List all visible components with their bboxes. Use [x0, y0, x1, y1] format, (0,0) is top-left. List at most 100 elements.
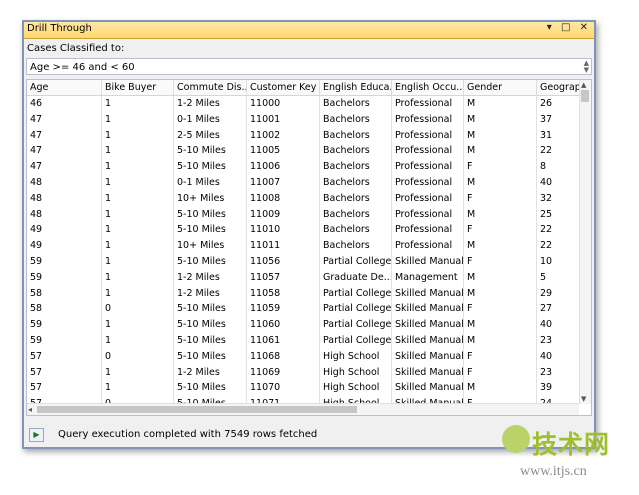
table-row[interactable]: 47 1 0-1 Miles 11001 Bachelors Professional M 3… [27, 111, 579, 128]
table-cell: 5-10 Miles [174, 143, 247, 160]
table-row[interactable]: 48 1 5-10 Miles 11009 Bachelors Professional M… [27, 206, 579, 223]
table-row[interactable]: 58 0 5-10 Miles 11059 Partial College Skilled… [27, 301, 579, 318]
table-row[interactable]: 58 1 1-2 Miles 11058 Partial College Skilled … [27, 285, 579, 302]
spin-arrows-icon[interactable]: ▲ ▼ [584, 60, 589, 74]
cases-classified-label: Cases Classified to: [27, 43, 125, 54]
table-row[interactable]: 49 1 5-10 Miles 11010 Bachelors Professional F… [27, 222, 579, 239]
site-watermark: 技术网 www.itjs.cn [498, 415, 638, 495]
table-cell: 11057 [247, 269, 320, 286]
table-row[interactable]: 47 1 5-10 Miles 11005 Bachelors Professional M… [27, 143, 579, 160]
close-icon[interactable]: ✕ [580, 22, 591, 33]
scroll-down-icon[interactable]: ▼ [581, 395, 586, 403]
table-cell: 11007 [247, 175, 320, 191]
table-cell: 11006 [247, 159, 320, 175]
table-cell: Bachelors [320, 159, 392, 175]
table-cell: 11061 [247, 333, 320, 349]
table-cell: High School [320, 380, 392, 397]
table-row[interactable]: 59 1 5-10 Miles 11061 Partial College Skilled… [27, 333, 579, 349]
table-row[interactable]: 57 1 1-2 Miles 11069 High School Skilled Manu… [27, 364, 579, 381]
column-header[interactable]: Commute Dis... [174, 80, 247, 95]
column-header[interactable]: Customer Key [247, 80, 320, 95]
play-icon[interactable]: ▶ [29, 428, 44, 442]
table-cell: Bachelors [320, 175, 392, 191]
table-row[interactable]: 48 1 0-1 Miles 11007 Bachelors Professional M 4… [27, 175, 579, 191]
table-row[interactable]: 46 1 1-2 Miles 11000 Bachelors Professional M 2… [27, 96, 579, 112]
table-row[interactable]: 47 1 5-10 Miles 11006 Bachelors Professional F… [27, 159, 579, 175]
table-cell: M [464, 380, 537, 397]
dropdown-arrow-icon[interactable]: ▾ [547, 22, 555, 33]
table-cell: 11001 [247, 111, 320, 128]
table-cell: 11060 [247, 317, 320, 333]
vertical-scrollbar[interactable]: ▲ ▼ [579, 80, 591, 404]
table-cell: Professional [392, 222, 464, 239]
table-cell: F [464, 222, 537, 239]
table-cell: 11059 [247, 301, 320, 318]
column-header[interactable]: English Educa... [320, 80, 392, 95]
table-cell: Professional [392, 143, 464, 160]
table-cell: Professional [392, 96, 464, 112]
table-cell: 59 [27, 254, 102, 270]
table-row[interactable]: 49 1 10+ Miles 11011 Bachelors Professional M 2… [27, 238, 579, 254]
table-cell: 1 [102, 238, 174, 254]
table-cell: Professional [392, 238, 464, 254]
table-cell: 10+ Miles [174, 238, 247, 254]
table-cell: F [464, 254, 537, 270]
table-row[interactable]: 59 1 5-10 Miles 11060 Partial College Skilled… [27, 317, 579, 333]
watermark-url: www.itjs.cn [520, 464, 587, 479]
table-cell: 47 [27, 159, 102, 175]
table-cell: Skilled Manual [392, 348, 464, 365]
table-cell: Bachelors [320, 127, 392, 144]
table-cell: 1 [102, 206, 174, 223]
table-cell: 1 [102, 222, 174, 239]
horizontal-scrollbar[interactable]: ◂ [27, 403, 579, 415]
scroll-up-icon[interactable]: ▲ [581, 81, 586, 89]
table-cell: 58 [27, 301, 102, 318]
column-header[interactable]: Bike Buyer [102, 80, 174, 95]
table-cell: 11056 [247, 254, 320, 270]
table-cell: Bachelors [320, 206, 392, 223]
watermark-logo-icon [502, 425, 530, 453]
table-cell: 57 [27, 380, 102, 397]
results-grid[interactable]: Age Bike Buyer Commute Dis... Customer Key E… [26, 79, 592, 416]
table-cell: Professional [392, 127, 464, 144]
table-cell: 1 [102, 254, 174, 270]
scroll-left-icon[interactable]: ◂ [28, 404, 32, 415]
table-cell: 49 [27, 238, 102, 254]
table-cell: 59 [27, 333, 102, 349]
table-row[interactable]: 59 1 5-10 Miles 11056 Partial College Skilled… [27, 254, 579, 270]
table-row[interactable]: 57 1 5-10 Miles 11070 High School Skilled Man… [27, 380, 579, 397]
table-cell: 59 [27, 317, 102, 333]
table-cell: 11008 [247, 190, 320, 207]
table-cell: 5-10 Miles [174, 301, 247, 318]
table-cell: Partial College [320, 254, 392, 270]
table-cell: Skilled Manual [392, 317, 464, 333]
table-cell: Bachelors [320, 190, 392, 207]
horizontal-scroll-thumb[interactable] [37, 406, 357, 413]
table-cell: 1 [102, 96, 174, 112]
table-cell: 0 [102, 301, 174, 318]
table-cell: 5-10 Miles [174, 333, 247, 349]
table-cell: F [464, 364, 537, 381]
column-header[interactable]: Age [27, 80, 102, 95]
table-cell: Skilled Manual [392, 285, 464, 302]
table-row[interactable]: 59 1 1-2 Miles 11057 Graduate De... Managemen… [27, 269, 579, 286]
column-header[interactable]: Gender [464, 80, 537, 95]
table-cell: Partial College [320, 333, 392, 349]
table-row[interactable]: 48 1 10+ Miles 11008 Bachelors Professional F 3… [27, 190, 579, 207]
table-cell: 1 [102, 333, 174, 349]
table-cell: Skilled Manual [392, 254, 464, 270]
table-cell: 1 [102, 317, 174, 333]
maximize-icon[interactable]: □ [561, 22, 573, 33]
table-cell: M [464, 96, 537, 112]
table-cell: 1 [102, 190, 174, 207]
table-cell: Management [392, 269, 464, 286]
table-row[interactable]: 57 0 5-10 Miles 11068 High School Skilled Man… [27, 348, 579, 365]
vertical-scroll-thumb[interactable] [581, 90, 589, 102]
table-cell: 48 [27, 190, 102, 207]
table-cell: 0-1 Miles [174, 175, 247, 191]
table-cell: F [464, 348, 537, 365]
table-row[interactable]: 47 1 2-5 Miles 11002 Bachelors Professional M 3… [27, 127, 579, 144]
table-cell: 47 [27, 143, 102, 160]
filter-text-box[interactable]: Age >= 46 and < 60 ▲ ▼ [26, 58, 592, 75]
column-header[interactable]: English Occu... [392, 80, 464, 95]
